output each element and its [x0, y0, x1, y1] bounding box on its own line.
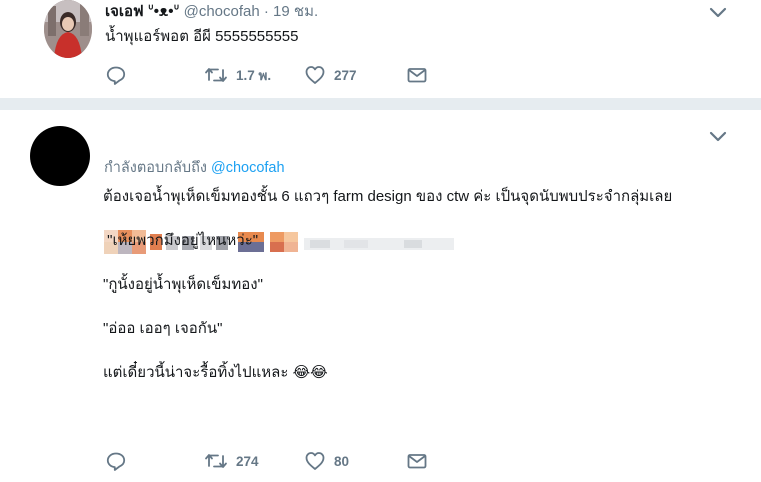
direct-message-button[interactable] — [406, 449, 428, 473]
like-button[interactable]: 80 — [304, 449, 349, 473]
retweet-button[interactable]: 274 — [204, 449, 259, 473]
timestamp[interactable]: 19 ชม. — [273, 3, 318, 20]
retweet-count: 274 — [236, 453, 259, 469]
separator-dot: · — [263, 3, 269, 20]
heart-icon — [304, 450, 326, 472]
tweet-original[interactable]: เจเอฟ ᐡ•ᴥ•ᐡ @chocofah · 19 ชม. น้ำพุแอร์… — [0, 0, 761, 98]
message-icon — [406, 450, 428, 472]
replying-to-label: กำลังตอบกลับถึง — [104, 160, 207, 176]
like-count: 80 — [334, 453, 350, 469]
reply-icon — [105, 450, 127, 472]
reply-icon — [105, 64, 127, 86]
user-handle[interactable]: @chocofah — [184, 3, 260, 20]
avatar[interactable] — [30, 126, 90, 186]
direct-message-button[interactable] — [406, 63, 428, 87]
retweet-icon — [204, 450, 228, 472]
tweet-text: น้ำพุแอร์พอต อีผี 5555555555 — [105, 28, 299, 45]
tweet-reply[interactable]: กำลังตอบกลับถึง @chocofah ต้องเจอน้ำพุเห… — [0, 110, 761, 482]
mention-link[interactable]: @chocofah — [211, 160, 285, 176]
retweet-icon — [204, 64, 228, 86]
reply-button[interactable] — [105, 449, 135, 473]
tweet-header: เจเอฟ ᐡ•ᴥ•ᐡ @chocofah · 19 ชม. — [105, 2, 318, 22]
heart-icon — [304, 64, 326, 86]
like-count: 277 — [334, 67, 357, 83]
tweet-actions: 274 80 — [105, 449, 445, 473]
display-name[interactable]: เจเอฟ ᐡ•ᴥ•ᐡ — [105, 3, 179, 20]
tweet-text: ต้องเจอน้ำพุเห็ดเข็มทองชั้น 6 แถวๆ farm … — [103, 188, 673, 381]
message-icon — [406, 64, 428, 86]
retweet-button[interactable]: 1.7 พ. — [204, 63, 271, 87]
retweet-count: 1.7 พ. — [236, 68, 272, 83]
timeline-divider — [0, 98, 761, 110]
chevron-down-icon[interactable] — [708, 6, 728, 20]
tweet-actions: 1.7 พ. 277 — [105, 63, 445, 87]
reply-button[interactable] — [105, 63, 135, 87]
avatar[interactable] — [44, 0, 92, 58]
chevron-down-icon[interactable] — [708, 130, 728, 144]
replying-to: กำลังตอบกลับถึง @chocofah — [104, 156, 285, 179]
like-button[interactable]: 277 — [304, 63, 357, 87]
